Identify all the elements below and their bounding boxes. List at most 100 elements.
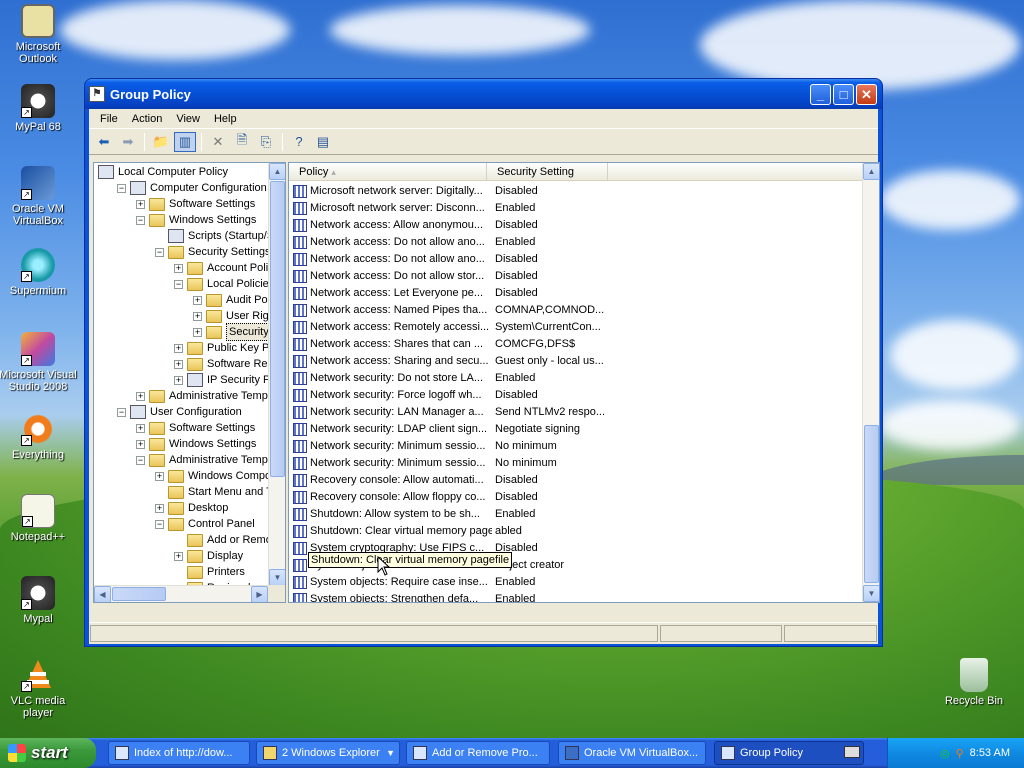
close-button[interactable]: ✕ bbox=[856, 83, 877, 105]
expand-icon[interactable]: + bbox=[193, 311, 202, 321]
scroll-left-button[interactable]: ◀ bbox=[94, 586, 111, 602]
menu-view[interactable]: View bbox=[169, 111, 207, 127]
scroll-down-button[interactable]: ▼ bbox=[863, 585, 879, 602]
properties-icon[interactable]: 🗎 bbox=[231, 132, 253, 152]
tree-node[interactable]: + Display bbox=[174, 548, 243, 564]
up-folder-icon[interactable]: 📁 bbox=[150, 132, 172, 152]
expand-icon[interactable]: + bbox=[174, 263, 183, 273]
desktop-icon-visual-studio[interactable]: ↗ Microsoft Visual Studio 2008 bbox=[0, 332, 78, 393]
tree-node[interactable]: Local Computer Policy bbox=[98, 164, 228, 180]
forward-arrow-icon[interactable]: ➡ bbox=[117, 132, 139, 152]
desktop-icon-outlook[interactable]: Microsoft Outlook bbox=[0, 4, 78, 65]
list-item[interactable]: Network security: Minimum sessio... No mi… bbox=[293, 438, 557, 455]
tree-node[interactable]: + Software Settings bbox=[136, 420, 255, 436]
list-item[interactable]: Network access: Shares that can ... COMCF… bbox=[293, 336, 575, 353]
list-item[interactable]: Network security: Do not store LA... Enab… bbox=[293, 370, 535, 387]
desktop-icon-vlc[interactable]: ↗ VLC media player bbox=[0, 658, 78, 719]
list-item[interactable]: Network access: Sharing and secu... Guest… bbox=[293, 353, 604, 370]
network-icon[interactable] bbox=[844, 746, 860, 758]
list-item[interactable]: Network security: LAN Manager a... Send N… bbox=[293, 404, 605, 421]
list-item[interactable]: Network access: Allow anonymou... Disable… bbox=[293, 217, 538, 234]
tree-node[interactable]: + Administrative Templat bbox=[136, 388, 279, 404]
menu-help[interactable]: Help bbox=[207, 111, 244, 127]
list-item[interactable]: Microsoft network server: Digitally... Di… bbox=[293, 183, 538, 200]
collapse-icon[interactable]: − bbox=[117, 183, 126, 193]
expand-icon[interactable]: + bbox=[174, 375, 183, 385]
list-item[interactable]: System objects: Strengthen defa... Enable… bbox=[293, 591, 535, 602]
desktop-icon-notepadpp[interactable]: ↗ Notepad++ bbox=[0, 494, 78, 543]
desktop-icon-supermium[interactable]: ↗ Supermium bbox=[0, 248, 78, 297]
taskbar-button-windows-explorer[interactable]: 2 Windows Explorer ▼ bbox=[256, 741, 400, 765]
list-item[interactable]: System objects: Require case inse... Enab… bbox=[293, 574, 535, 591]
collapse-icon[interactable]: − bbox=[174, 279, 183, 289]
expand-icon[interactable]: + bbox=[155, 471, 164, 481]
list-vertical-scrollbar[interactable]: ▲ ▼ bbox=[862, 163, 879, 602]
list-item[interactable]: Microsoft network server: Disconn... Enab… bbox=[293, 200, 535, 217]
scroll-thumb[interactable] bbox=[112, 587, 166, 601]
export-list-icon[interactable]: ⎘ bbox=[255, 132, 277, 152]
expand-icon[interactable]: + bbox=[193, 327, 202, 337]
scroll-up-button[interactable]: ▲ bbox=[269, 163, 285, 180]
tree-node[interactable]: + Windows Componen bbox=[155, 468, 285, 484]
tree-node[interactable]: Scripts (Startup/Shu bbox=[155, 228, 285, 244]
expand-icon[interactable]: + bbox=[174, 343, 183, 353]
scroll-down-button[interactable]: ▼ bbox=[269, 569, 285, 586]
list-item[interactable]: Shutdown: Clear virtual memory pagefile a… bbox=[293, 523, 522, 540]
desktop-icon-everything[interactable]: ↗ Everything bbox=[0, 412, 78, 461]
expand-icon[interactable]: + bbox=[136, 199, 145, 209]
collapse-icon[interactable]: − bbox=[155, 247, 164, 257]
maximize-button[interactable]: □ bbox=[833, 83, 854, 105]
tree-node[interactable]: + Software Settings bbox=[136, 196, 255, 212]
console-tree[interactable]: Local Computer Policy − Computer Configura… bbox=[93, 162, 286, 603]
clock[interactable]: 8:53 AM bbox=[970, 747, 1010, 759]
tree-node[interactable]: − Administrative Template bbox=[136, 452, 285, 468]
tree-node[interactable]: Printers bbox=[174, 564, 245, 580]
tree-node[interactable]: − Windows Settings bbox=[136, 212, 256, 228]
collapse-icon[interactable]: − bbox=[117, 407, 126, 417]
collapse-icon[interactable]: − bbox=[136, 455, 145, 465]
list-item[interactable]: Network access: Do not allow stor... Disa… bbox=[293, 268, 538, 285]
search-icon[interactable]: ⚲ bbox=[956, 747, 964, 760]
minimize-button[interactable]: _ bbox=[810, 83, 831, 105]
list-item[interactable]: Shutdown: Allow system to be sh... Enable… bbox=[293, 506, 535, 523]
tree-vertical-scrollbar[interactable]: ▲ ▼ bbox=[268, 163, 285, 586]
taskbar-button-add-remove[interactable]: Add or Remove Pro... bbox=[406, 741, 550, 765]
desktop-icon-mypal68[interactable]: ↗ MyPal 68 bbox=[0, 84, 78, 133]
desktop-icon-mypal[interactable]: ↗ Mypal bbox=[0, 576, 78, 625]
tree-node[interactable]: − Computer Configuration bbox=[117, 180, 267, 196]
expand-icon[interactable]: + bbox=[136, 391, 145, 401]
tree-node[interactable]: + Software Restr bbox=[174, 356, 280, 372]
tree-node[interactable]: − User Configuration bbox=[117, 404, 242, 420]
column-header-security-setting[interactable]: Security Setting bbox=[487, 163, 608, 180]
back-arrow-icon[interactable]: ⬅ bbox=[93, 132, 115, 152]
expand-icon[interactable]: + bbox=[193, 295, 202, 305]
scroll-up-button[interactable]: ▲ bbox=[863, 163, 879, 180]
list-item[interactable]: Network security: Minimum sessio... No mi… bbox=[293, 455, 557, 472]
collapse-icon[interactable]: − bbox=[136, 215, 145, 225]
list-item[interactable]: Network access: Do not allow ano... Enabl… bbox=[293, 234, 535, 251]
tree-node[interactable]: + Windows Settings bbox=[136, 436, 256, 452]
menu-action[interactable]: Action bbox=[125, 111, 170, 127]
list-item[interactable]: Recovery console: Allow floppy co... Disa… bbox=[293, 489, 538, 506]
column-header-policy[interactable]: Policy ▴ bbox=[289, 163, 487, 180]
expand-icon[interactable]: + bbox=[136, 439, 145, 449]
tree-node[interactable]: + Desktop bbox=[155, 500, 228, 516]
list-item[interactable]: Recovery console: Allow automati... Disab… bbox=[293, 472, 538, 489]
expand-icon[interactable]: + bbox=[174, 359, 183, 369]
desktop-icon-virtualbox[interactable]: ↗ Oracle VM VirtualBox bbox=[0, 166, 78, 227]
list-item[interactable]: Network access: Remotely accessi... Syste… bbox=[293, 319, 601, 336]
list-item[interactable]: Network security: LDAP client sign... Neg… bbox=[293, 421, 580, 438]
expand-icon[interactable]: + bbox=[136, 423, 145, 433]
tree-node[interactable]: − Local Policies bbox=[174, 276, 274, 292]
tree-node[interactable]: − Security Settings bbox=[155, 244, 271, 260]
tree-node[interactable]: − Control Panel bbox=[155, 516, 255, 532]
list-item[interactable]: Network access: Do not allow ano... Disab… bbox=[293, 251, 538, 268]
taskbar-button-group-policy[interactable]: Group Policy bbox=[714, 741, 864, 765]
delete-icon[interactable]: ✕ bbox=[207, 132, 229, 152]
policy-list[interactable]: Policy ▴ Security Setting Microsoft netw… bbox=[288, 162, 880, 603]
scroll-right-button[interactable]: ▶ bbox=[251, 586, 268, 602]
list-item[interactable]: Network access: Let Everyone pe... Disabl… bbox=[293, 285, 538, 302]
list-item[interactable]: Network security: Force logoff wh... Disa… bbox=[293, 387, 538, 404]
menu-file[interactable]: File bbox=[93, 111, 125, 127]
help-icon[interactable]: ? bbox=[288, 132, 310, 152]
